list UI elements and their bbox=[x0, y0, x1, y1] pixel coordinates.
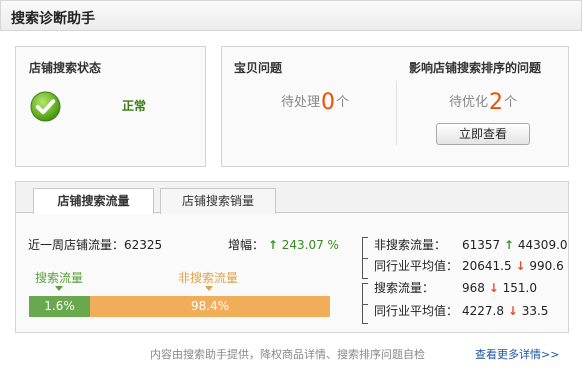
store-search-status-panel: 店铺搜索状态 正常 bbox=[15, 46, 206, 167]
weekly-traffic: 近一周店铺流量：62325 bbox=[28, 236, 162, 253]
ranking-issues-count-line: 待优化2个 bbox=[397, 90, 569, 115]
stat-label: 同行业平均值： bbox=[374, 304, 459, 318]
stat-row: 搜索流量： 968 ↓ 151.0 bbox=[374, 279, 537, 296]
item-issues-count-line: 待处理0个 bbox=[228, 90, 402, 115]
stat-label: 非搜索流量： bbox=[374, 238, 447, 252]
stat-label: 同行业平均值： bbox=[374, 259, 459, 273]
legend-nonsearch-traffic: 非搜索流量 bbox=[178, 271, 239, 285]
traffic-panel: 店铺搜索流量 店铺搜索销量 近一周店铺流量：62325 增幅： ↑ 243.07… bbox=[15, 181, 569, 333]
stat-label: 搜索流量： bbox=[374, 281, 435, 295]
arrow-down-icon: ↓ bbox=[515, 259, 526, 273]
triangle-down-icon bbox=[205, 286, 213, 291]
growth-value: 243.07 % bbox=[281, 238, 339, 252]
stat-change: 990.6 bbox=[529, 259, 564, 273]
stat-change: 44309.0 bbox=[517, 238, 568, 252]
legend-search-traffic: 搜索流量 bbox=[35, 271, 84, 285]
item-issues-heading: 宝贝问题 bbox=[234, 61, 283, 75]
stat-row: 非搜索流量： 61357 ↑ 44309.0 bbox=[374, 236, 568, 253]
stat-value: 4227.8 bbox=[462, 304, 504, 318]
tab-search-sales[interactable]: 店铺搜索销量 bbox=[160, 188, 276, 214]
stat-row: 同行业平均值： 20641.5 ↓ 990.6 bbox=[374, 257, 564, 274]
status-heading: 店铺搜索状态 bbox=[29, 61, 102, 75]
view-now-button[interactable]: 立即查看 bbox=[436, 123, 530, 145]
traffic-share-bar: 1.6% 98.4% bbox=[29, 296, 330, 317]
triangle-down-icon bbox=[55, 286, 63, 291]
ranking-issues-section: 影响店铺搜索排序的问题 待优化2个 立即查看 bbox=[397, 47, 569, 166]
view-more-details-link[interactable]: 查看更多详情>> bbox=[475, 346, 559, 362]
item-issues-count[interactable]: 0 bbox=[321, 90, 335, 115]
search-share-segment: 1.6% bbox=[29, 296, 90, 317]
growth-rate: 增幅： ↑ 243.07 % bbox=[228, 236, 339, 253]
page-title: 搜索诊断助手 bbox=[0, 0, 582, 31]
stat-value: 968 bbox=[462, 281, 485, 295]
tab-search-traffic[interactable]: 店铺搜索流量 bbox=[33, 188, 154, 214]
arrow-up-icon: ↑ bbox=[267, 238, 278, 252]
weekly-traffic-label: 近一周店铺流量： bbox=[28, 238, 125, 252]
weekly-traffic-value: 62325 bbox=[124, 238, 163, 252]
ranking-issues-count[interactable]: 2 bbox=[489, 90, 503, 115]
arrow-up-icon: ↑ bbox=[504, 238, 515, 252]
nonsearch-share-segment: 98.4% bbox=[190, 299, 230, 313]
tab-strip: 店铺搜索流量 店铺搜索销量 bbox=[16, 182, 568, 214]
growth-label: 增幅： bbox=[228, 238, 265, 252]
arrow-down-icon: ↓ bbox=[507, 304, 518, 318]
stat-change: 33.5 bbox=[521, 304, 549, 318]
issues-panel: 宝贝问题 待处理0个 影响店铺搜索排序的问题 待优化2个 立即查看 bbox=[221, 46, 569, 167]
stat-value: 61357 bbox=[462, 238, 501, 252]
arrow-down-icon: ↓ bbox=[488, 281, 499, 295]
item-issues-prefix: 待处理 bbox=[280, 95, 320, 110]
ranking-issues-suffix: 个 bbox=[504, 95, 518, 110]
stat-row: 同行业平均值： 4227.8 ↓ 33.5 bbox=[374, 302, 548, 319]
item-issues-section: 宝贝问题 待处理0个 bbox=[222, 47, 396, 166]
check-circle-icon bbox=[30, 91, 61, 122]
ranking-issues-heading: 影响店铺搜索排序的问题 bbox=[409, 61, 542, 75]
footer-note: 内容由搜索助手提供，降权商品详情、搜索排序问题自检 bbox=[150, 348, 425, 361]
status-value: 正常 bbox=[122, 99, 147, 113]
item-issues-suffix: 个 bbox=[336, 95, 350, 110]
ranking-issues-prefix: 待优化 bbox=[448, 95, 488, 110]
stat-change: 151.0 bbox=[502, 281, 537, 295]
stat-value: 20641.5 bbox=[462, 259, 512, 273]
